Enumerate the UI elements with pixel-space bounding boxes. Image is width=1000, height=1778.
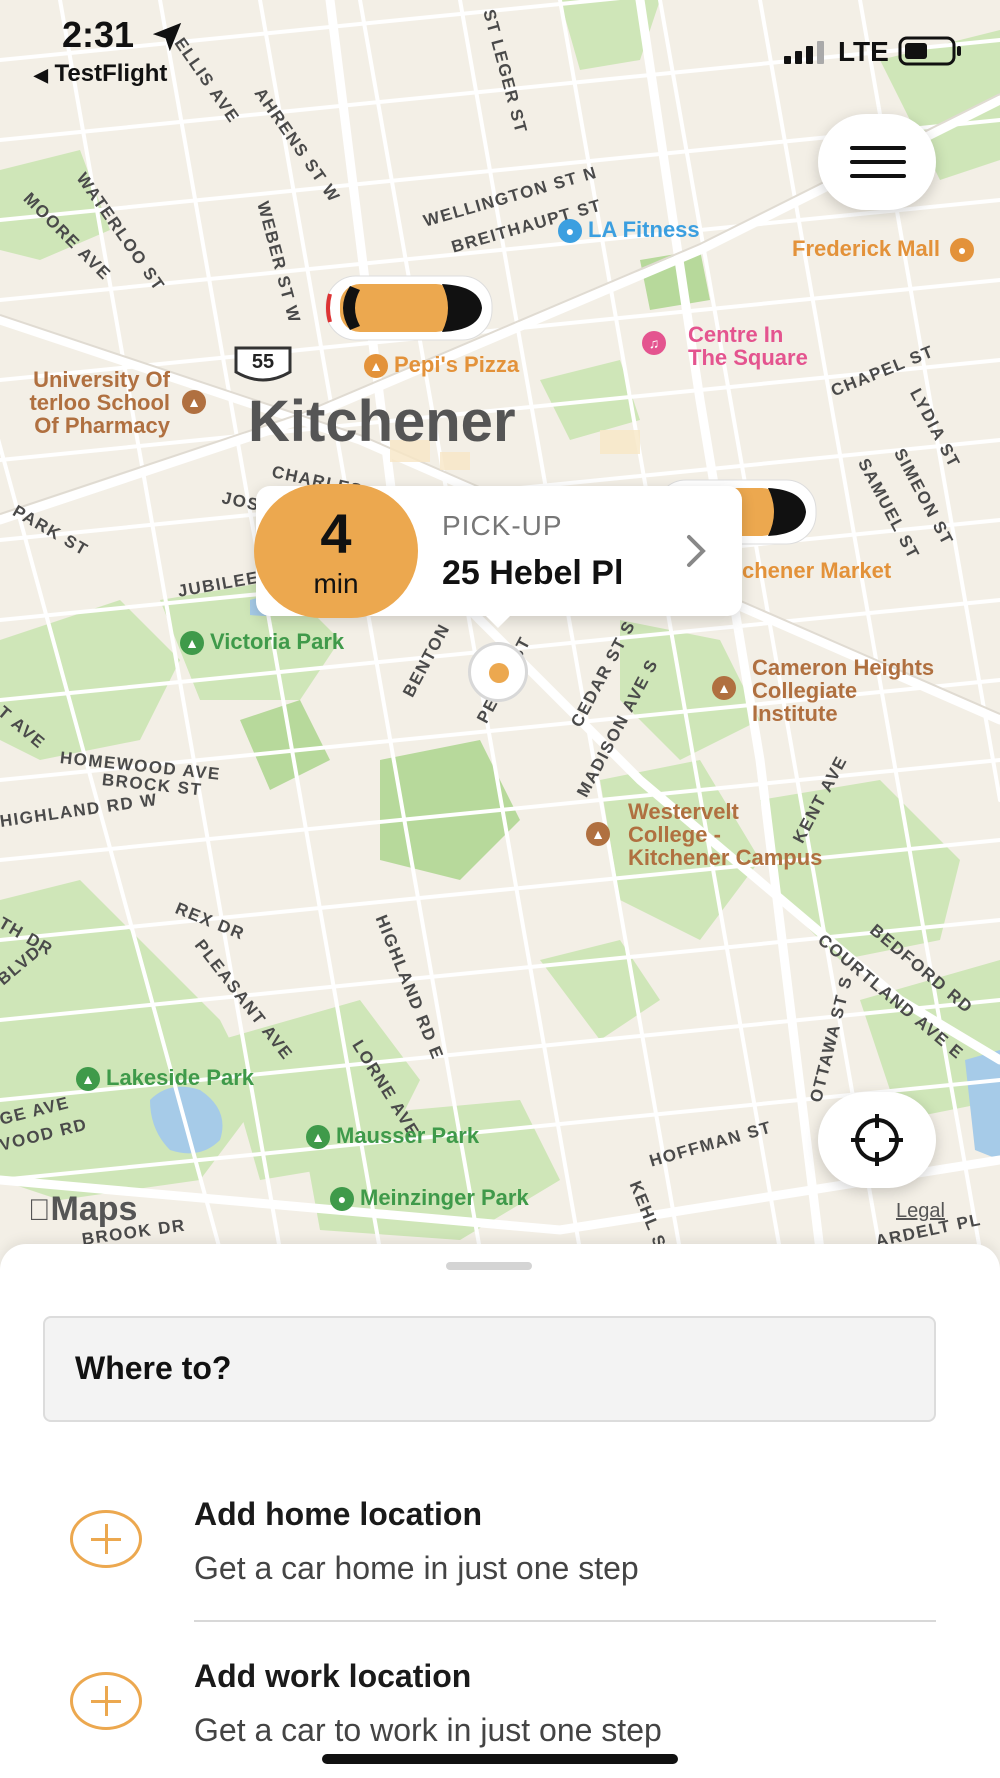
hamburger-icon	[850, 174, 906, 178]
back-triangle-icon: ◀	[34, 65, 48, 85]
poi-label: LA Fitness	[588, 217, 700, 242]
work-title: Add work location	[194, 1658, 472, 1694]
poi-westervelt[interactable]: ▲ Westervelt College - Kitchener Campus	[586, 800, 822, 869]
signal-icon	[784, 41, 824, 64]
poi-label: Of Pharmacy	[34, 413, 170, 438]
shopping-icon: ●	[950, 238, 975, 263]
poi-label: University Of	[33, 367, 170, 392]
eta-value: 4	[320, 502, 352, 565]
poi-victoria-park[interactable]: ▲ Victoria Park	[180, 629, 345, 656]
pin-dot-icon	[489, 663, 509, 683]
poi-label: Westervelt	[628, 799, 739, 824]
school-icon: ▲	[586, 822, 610, 846]
status-time: 2:31	[62, 14, 135, 55]
eta-unit: min	[313, 568, 359, 599]
poi-label: Pepi's Pizza	[394, 352, 520, 377]
hamburger-icon	[850, 160, 906, 164]
poi-label: Meinzinger Park	[360, 1185, 529, 1210]
poi-cameron-heights[interactable]: ▲ Cameron Heights Collegiate Institute	[712, 656, 934, 725]
sports-icon: ●	[330, 1187, 354, 1212]
pickup-label: PICK-UP	[442, 510, 563, 541]
highway-number: 55	[251, 351, 275, 373]
pickup-address: 25 Hebel Pl	[442, 554, 624, 592]
poi-label: Lakeside Park	[106, 1065, 254, 1090]
hamburger-icon	[850, 146, 906, 150]
eta-badge: 4 min	[254, 484, 418, 618]
status-bar: 2:31 ◀ TestFlight LTE	[0, 0, 1000, 90]
recenter-location-button[interactable]	[818, 1092, 936, 1188]
poi-label: Cameron Heights	[752, 655, 935, 680]
network-type: LTE	[838, 36, 889, 67]
poi-label: chener Market	[742, 558, 892, 583]
poi-label: The Square	[688, 345, 808, 370]
apple-logo-icon: 	[28, 1194, 51, 1227]
car-icon	[325, 275, 493, 341]
attribution-text: Maps	[28, 1190, 138, 1228]
poi-university[interactable]: University Of terloo School Of Pharmacy	[0, 368, 170, 437]
sheet-grabber[interactable]	[446, 1262, 532, 1270]
divider	[194, 1620, 936, 1622]
callout-pointer	[484, 614, 512, 628]
bottom-sheet[interactable]: Where to? Add home location Get a car ho…	[0, 1244, 1000, 1778]
home-indicator	[322, 1754, 678, 1764]
school-icon: ▲	[712, 676, 736, 700]
poi-label: Centre In	[688, 322, 784, 347]
poi-label: Mausser Park	[336, 1123, 480, 1148]
work-subtitle: Get a car to work in just one step	[194, 1712, 662, 1748]
back-to-app-link[interactable]: ◀ TestFlight	[34, 60, 167, 88]
back-app-label: TestFlight	[54, 60, 168, 87]
poi-market[interactable]: chener Market	[742, 559, 891, 582]
park-icon: ▲	[76, 1067, 100, 1092]
crosshair-icon	[851, 1114, 903, 1166]
pickup-callout[interactable]: 4 min PICK-UP 25 Hebel Pl	[254, 484, 742, 628]
poi-label: Institute	[752, 701, 838, 726]
location-arrow-icon	[152, 22, 182, 52]
poi-label: Victoria Park	[210, 629, 345, 654]
home-subtitle: Get a car home in just one step	[194, 1550, 639, 1586]
poi-mausser-park[interactable]: ▲ Mausser Park	[306, 1123, 480, 1150]
school-icon: ▲	[182, 390, 206, 414]
home-title: Add home location	[194, 1496, 482, 1532]
fitness-icon: ●	[558, 219, 582, 244]
poi-label: College -	[628, 822, 721, 847]
poi-la-fitness[interactable]: ● LA Fitness	[558, 217, 700, 244]
add-plus-icon	[70, 1672, 142, 1730]
poi-frederick-mall[interactable]: Frederick Mall ●	[792, 236, 980, 263]
music-icon: ♫	[642, 331, 666, 355]
poi-label: Frederick Mall	[792, 236, 940, 261]
poi-label: terloo School	[29, 390, 170, 415]
menu-button[interactable]	[818, 114, 936, 210]
search-placeholder: Where to?	[75, 1350, 232, 1386]
poi-lakeside-park[interactable]: ▲ Lakeside Park	[76, 1065, 254, 1092]
poi-pepis-pizza[interactable]: ▲ Pepi's Pizza	[364, 352, 520, 379]
park-icon: ▲	[180, 631, 204, 656]
city-label: Kitchener	[248, 389, 516, 454]
pickup-pin[interactable]	[468, 642, 528, 702]
park-icon: ▲	[306, 1125, 330, 1150]
poi-centre-in-the-square[interactable]: ♫ Centre In The Square	[642, 323, 808, 369]
maps-attribution: Maps	[28, 1190, 137, 1229]
poi-label: Kitchener Campus	[628, 845, 823, 870]
poi-meinzinger-park[interactable]: ● Meinzinger Park	[330, 1185, 529, 1212]
battery-icon	[898, 36, 961, 66]
legal-link[interactable]: Legal	[896, 1200, 945, 1223]
pizza-icon: ▲	[364, 354, 388, 379]
add-plus-icon	[70, 1510, 142, 1568]
destination-search-field[interactable]: Where to?	[43, 1316, 936, 1422]
poi-label: Collegiate	[752, 678, 858, 703]
chevron-right-icon	[687, 535, 706, 567]
